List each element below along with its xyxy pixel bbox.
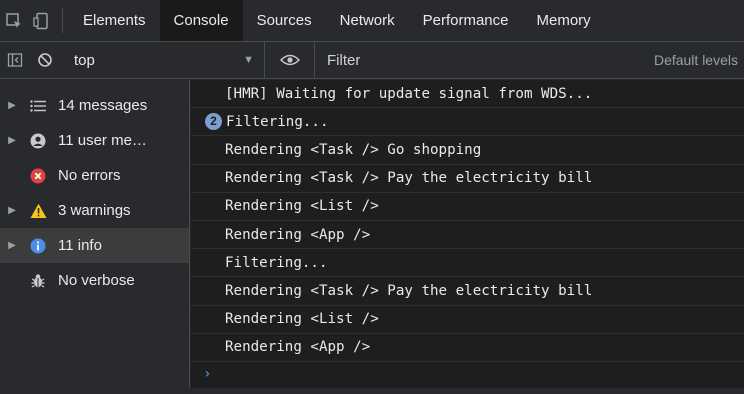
message-text: Filtering... <box>225 254 328 271</box>
tab-label: Memory <box>536 12 591 29</box>
clear-console-icon[interactable] <box>30 42 60 79</box>
filter-input[interactable]: Filter <box>315 42 654 79</box>
tab-label: Network <box>339 12 395 29</box>
tab-label: Sources <box>256 12 312 29</box>
message-text: Rendering <List /> <box>225 198 379 215</box>
sidebar-item-label: No verbose <box>58 272 135 289</box>
inspect-element-icon[interactable] <box>0 0 28 41</box>
console-output[interactable]: [HMR] Waiting for update signal from WDS… <box>191 80 744 394</box>
console-sidebar: ▶ 14 messages ▶ 11 user me… No errors ▶ … <box>0 80 190 394</box>
tab-label: Console <box>173 12 229 29</box>
tab-network[interactable]: Network <box>326 0 409 41</box>
console-toolbar: top ▼ Filter Default levels <box>0 41 744 79</box>
log-levels-dropdown[interactable]: Default levels <box>654 52 744 68</box>
sidebar-item-verbose[interactable]: No verbose <box>0 263 189 298</box>
error-icon <box>24 166 52 186</box>
console-message[interactable]: Rendering <App /> <box>191 334 744 362</box>
console-prompt[interactable]: › <box>191 362 744 386</box>
live-expression-eye-icon[interactable] <box>265 41 315 79</box>
sidebar-item-info[interactable]: ▶ 11 info <box>0 228 189 263</box>
message-text: Rendering <Task /> Pay the electricity b… <box>225 170 593 187</box>
sidebar-item-warnings[interactable]: ▶ 3 warnings <box>0 193 189 228</box>
console-message[interactable]: Rendering <Task /> Pay the electricity b… <box>191 277 744 306</box>
prompt-chevron-icon: › <box>203 365 212 382</box>
device-toolbar-icon[interactable] <box>28 0 56 41</box>
tab-label: Performance <box>422 12 509 29</box>
bug-icon <box>24 271 52 291</box>
console-message[interactable]: 2 Filtering... <box>191 108 744 137</box>
sidebar-item-label: 11 info <box>58 237 102 254</box>
filter-placeholder: Filter <box>327 51 361 69</box>
console-message[interactable]: Filtering... <box>191 249 744 278</box>
expand-triangle-icon[interactable]: ▶ <box>0 240 24 251</box>
tab-label: Elements <box>83 12 146 29</box>
console-message[interactable]: Rendering <App /> <box>191 221 744 250</box>
context-selector[interactable]: top ▼ <box>60 41 265 79</box>
tab-memory[interactable]: Memory <box>523 0 605 41</box>
sidebar-item-label: 11 user me… <box>58 132 147 149</box>
console-message[interactable]: Rendering <List /> <box>191 193 744 221</box>
tab-sources[interactable]: Sources <box>243 0 326 41</box>
sidebar-item-label: 3 warnings <box>58 202 131 219</box>
tab-elements[interactable]: Elements <box>69 0 160 41</box>
expand-triangle-icon[interactable]: ▶ <box>0 100 24 111</box>
message-text: Filtering... <box>226 113 329 130</box>
user-icon <box>24 131 52 151</box>
message-text: Rendering <Task /> Go shopping <box>225 141 482 158</box>
console-message[interactable]: Rendering <List /> <box>191 306 744 334</box>
warning-icon <box>24 201 52 221</box>
tab-separator <box>62 8 63 33</box>
sidebar-item-label: No errors <box>58 167 121 184</box>
sidebar-item-label: 14 messages <box>58 97 148 114</box>
console-message[interactable]: Rendering <Task /> Pay the electricity b… <box>191 165 744 193</box>
sidebar-item-errors[interactable]: No errors <box>0 158 189 193</box>
message-text: Rendering <App /> <box>225 339 371 356</box>
message-text: Rendering <Task /> Pay the electricity b… <box>225 282 593 299</box>
devtools-tab-bar: Elements Console Sources Network Perform… <box>0 0 744 42</box>
expand-triangle-icon[interactable]: ▶ <box>0 135 24 146</box>
expand-triangle-icon[interactable]: ▶ <box>0 205 24 216</box>
message-text: Rendering <App /> <box>225 226 371 243</box>
levels-label: Default levels <box>653 52 738 68</box>
console-message[interactable]: Rendering <Task /> Go shopping <box>191 136 744 165</box>
console-message[interactable]: [HMR] Waiting for update signal from WDS… <box>191 80 744 109</box>
sidebar-item-user-messages[interactable]: ▶ 11 user me… <box>0 123 189 158</box>
context-label: top <box>74 51 95 69</box>
dropdown-arrow-icon: ▼ <box>243 54 254 66</box>
sidebar-toggle-icon[interactable] <box>0 42 30 79</box>
tab-console[interactable]: Console <box>159 0 243 41</box>
message-text: [HMR] Waiting for update signal from WDS… <box>225 85 593 102</box>
message-text: Rendering <List /> <box>225 311 379 328</box>
bottom-edge <box>0 388 744 394</box>
sidebar-item-messages[interactable]: ▶ 14 messages <box>0 88 189 123</box>
repeat-count-badge: 2 <box>205 113 222 131</box>
list-icon <box>24 96 52 116</box>
info-icon <box>24 236 52 256</box>
tab-performance[interactable]: Performance <box>409 0 523 41</box>
